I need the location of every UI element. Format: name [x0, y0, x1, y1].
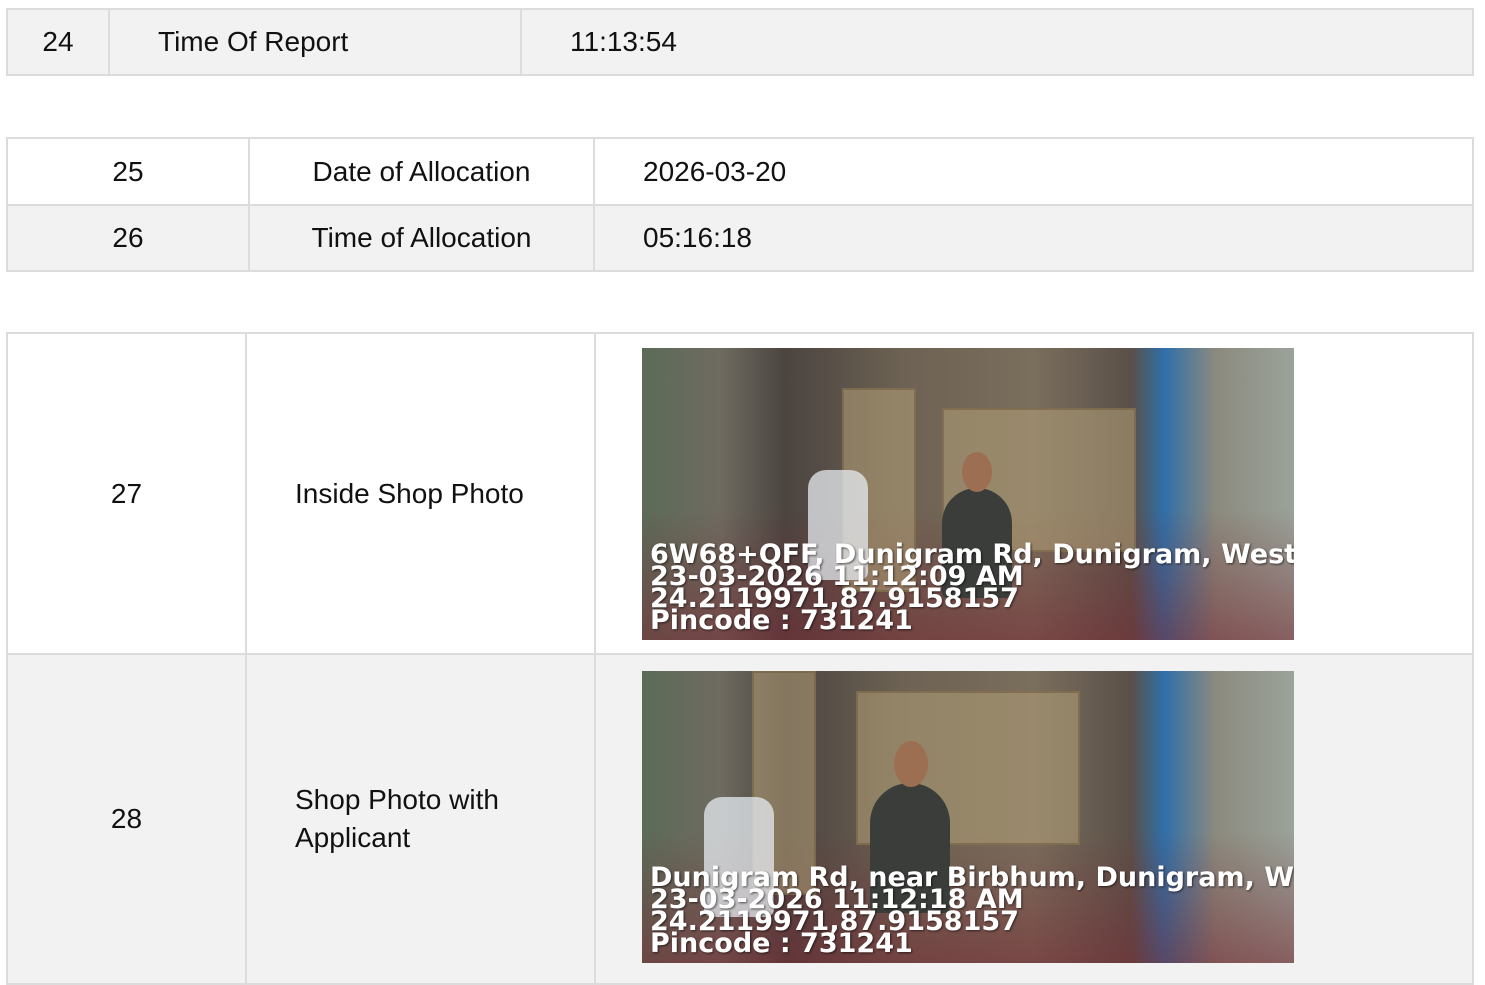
row-label: Date of Allocation — [248, 137, 595, 206]
row-value: 05:16:18 — [593, 204, 1474, 272]
table-row: 24 Time Of Report 11:13:54 — [6, 8, 1474, 76]
person-head-graphic — [894, 741, 928, 787]
row-number: 26 — [6, 204, 250, 272]
row-number: 25 — [6, 137, 250, 206]
row-label: Inside Shop Photo — [245, 332, 596, 655]
shop-photo-with-applicant[interactable]: Dunigram Rd, near Birbhum, Dunigram, Wes… — [642, 671, 1294, 963]
row-number: 24 — [6, 8, 110, 76]
photo-cell: 6W68+QFF, Dunigram Rd, Dunigram, West Be… — [594, 332, 1474, 655]
allocation-table: 25 Date of Allocation 2026-03-20 26 Time… — [6, 137, 1474, 272]
inside-shop-photo[interactable]: 6W68+QFF, Dunigram Rd, Dunigram, West Be… — [642, 347, 1294, 640]
row-value: 2026-03-20 — [593, 137, 1474, 206]
table-row: 25 Date of Allocation 2026-03-20 — [6, 137, 1474, 206]
geotag-overlay: Dunigram Rd, near Birbhum, Dunigram, Wes… — [650, 864, 1294, 957]
row-number: 28 — [6, 653, 247, 985]
geotag-overlay: 6W68+QFF, Dunigram Rd, Dunigram, West Be… — [650, 541, 1294, 634]
photo-cell: Dunigram Rd, near Birbhum, Dunigram, Wes… — [594, 653, 1474, 985]
table-row: 27 Inside Shop Photo 6W68+QFF, Dunigram … — [6, 332, 1474, 655]
table-row: 28 Shop Photo with Applicant Dunigram Rd… — [6, 653, 1474, 985]
photos-table: 27 Inside Shop Photo 6W68+QFF, Dunigram … — [6, 332, 1474, 985]
report-time-table: 24 Time Of Report 11:13:54 — [6, 8, 1474, 76]
row-value: 11:13:54 — [520, 8, 1474, 76]
row-number: 27 — [6, 332, 247, 655]
row-label: Time of Allocation — [248, 204, 595, 272]
row-label: Shop Photo with Applicant — [245, 653, 596, 985]
table-row: 26 Time of Allocation 05:16:18 — [6, 204, 1474, 272]
person-head-graphic — [962, 451, 992, 492]
row-label: Time Of Report — [108, 8, 522, 76]
